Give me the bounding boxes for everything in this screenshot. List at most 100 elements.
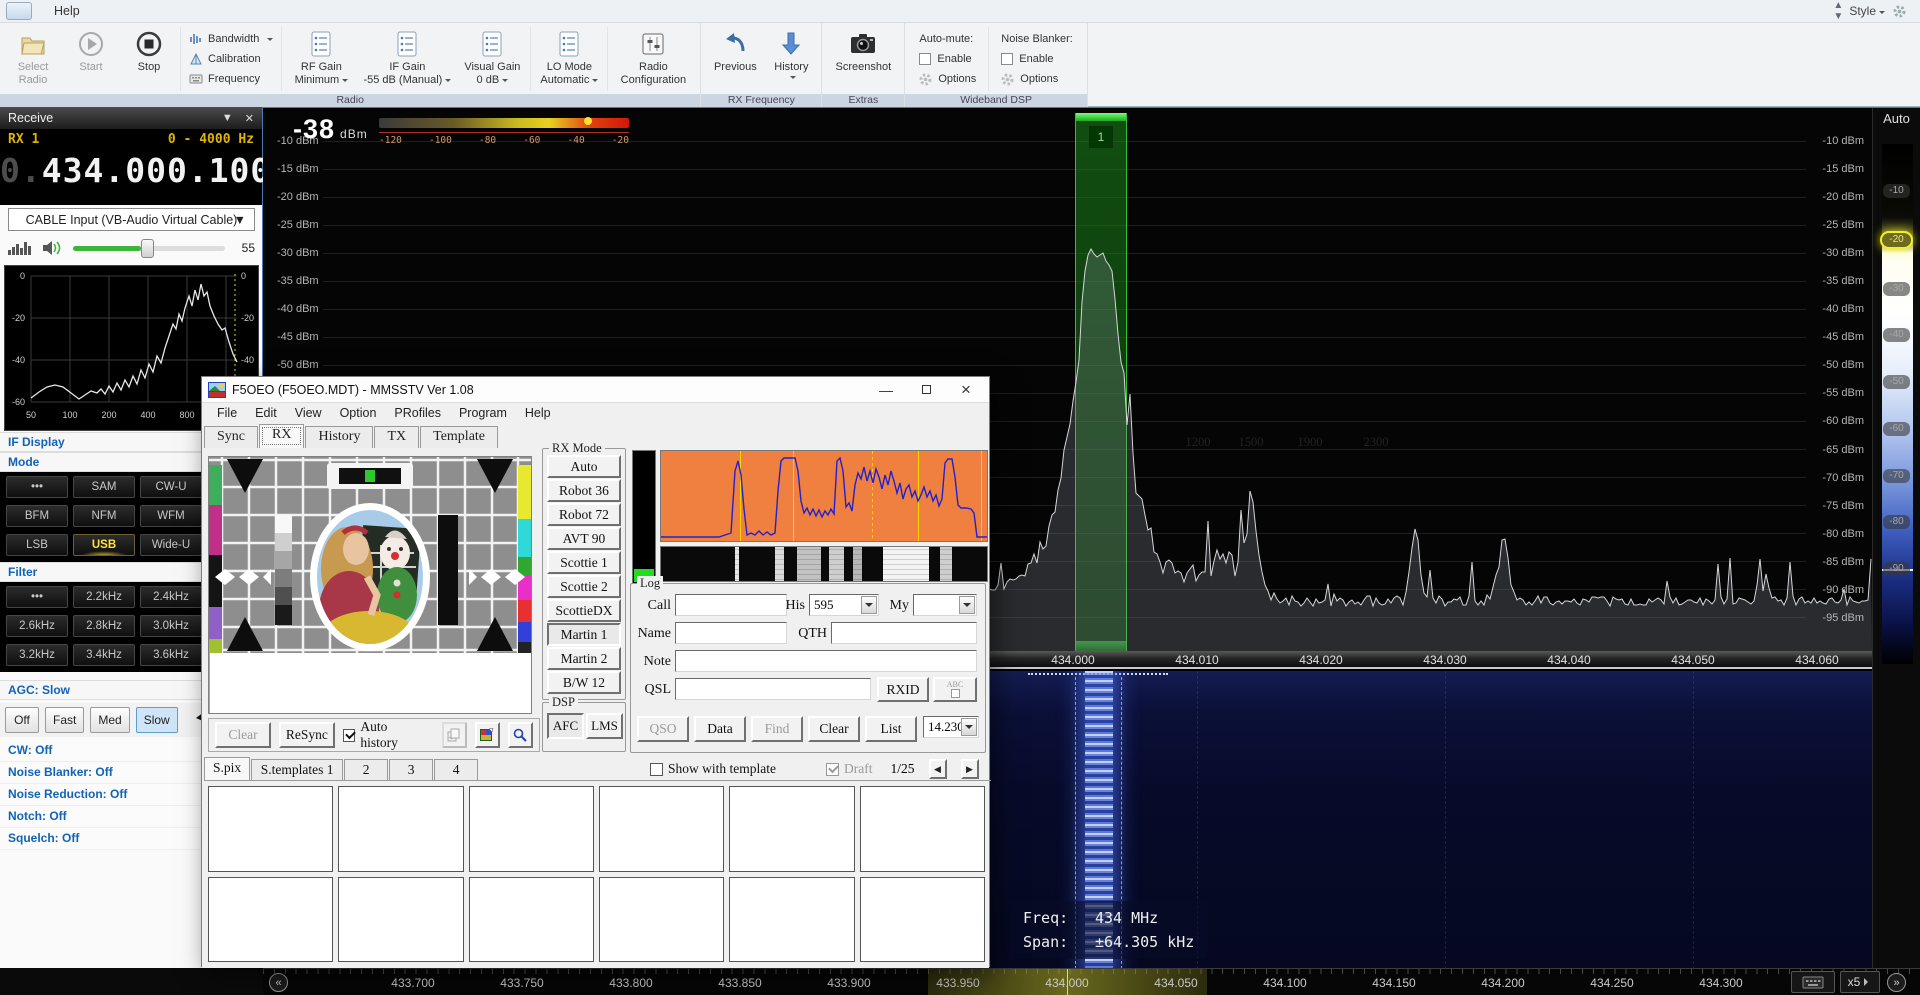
menu-item[interactable]: View: [286, 403, 331, 424]
minimize-button[interactable]: —: [869, 379, 903, 401]
filter-button[interactable]: 3.4kHz: [73, 644, 135, 666]
thumbnail-slot[interactable]: [469, 877, 594, 963]
rx-mode-button[interactable]: Robot 72: [547, 503, 621, 526]
mode-button[interactable]: BFM: [6, 505, 68, 527]
select-radio-button[interactable]: SelectRadio: [4, 26, 62, 92]
volume-slider[interactable]: [73, 246, 226, 251]
his-select[interactable]: 595: [809, 594, 879, 616]
style-selector[interactable]: Style: [1849, 4, 1885, 18]
audio-device-select[interactable]: CABLE Input (VB-Audio Virtual Cable) ▼: [8, 208, 255, 231]
auto-history-checkbox[interactable]: Auto history: [343, 719, 426, 751]
clear-button[interactable]: Clear: [215, 722, 271, 748]
thumbnail-slot[interactable]: [208, 877, 333, 963]
thumbnail-slot[interactable]: [599, 786, 724, 872]
lms-button[interactable]: LMS: [586, 713, 623, 739]
mmsstv-tab[interactable]: TX: [374, 426, 419, 448]
palette-label[interactable]: -20: [1880, 231, 1912, 249]
template-tab[interactable]: S.pix: [204, 757, 250, 780]
noise-blanker-options[interactable]: Options: [1001, 71, 1073, 87]
log-button[interactable]: List: [865, 716, 917, 742]
style-updown-icon[interactable]: ▲▼: [1833, 0, 1841, 22]
checkbox-icon[interactable]: [919, 53, 931, 65]
calibration-button[interactable]: Calibration: [189, 51, 273, 68]
log-frequency-select[interactable]: 14.230: [923, 716, 979, 738]
history-button[interactable]: History: [765, 26, 817, 92]
filter-button[interactable]: 2.2kHz: [73, 586, 135, 608]
mode-button[interactable]: Wide-U: [140, 534, 202, 556]
bandwidth-button[interactable]: Bandwidth: [189, 31, 273, 48]
mmsstv-window[interactable]: F5OEO (F5OEO.MDT) - MMSSTV Ver 1.08 — × …: [201, 376, 990, 967]
ribbon-tab[interactable]: Help: [38, 0, 146, 22]
rx-mode-button[interactable]: ScottieDX: [547, 599, 621, 622]
qth-field[interactable]: [831, 622, 977, 644]
menu-item[interactable]: Program: [450, 403, 516, 424]
stop-button[interactable]: Stop: [120, 26, 178, 92]
mode-button[interactable]: NFM: [73, 505, 135, 527]
rx-mode-button[interactable]: Scottie 1: [547, 551, 621, 574]
rx-mode-button[interactable]: Auto: [547, 455, 621, 478]
template-tab[interactable]: 4: [434, 759, 478, 780]
mmsstv-titlebar[interactable]: F5OEO (F5OEO.MDT) - MMSSTV Ver 1.08 — ×: [202, 377, 989, 403]
mmsstv-tab[interactable]: Sync: [204, 426, 258, 448]
palette-label[interactable]: -30: [1883, 282, 1909, 296]
if-gain-button[interactable]: IF Gain-55 dB (Manual): [358, 26, 456, 92]
copy-button[interactable]: [442, 722, 467, 748]
palette-label[interactable]: -90: [1883, 562, 1909, 576]
checkbox-icon[interactable]: [1001, 53, 1013, 65]
mode-button[interactable]: WFM: [140, 505, 202, 527]
log-button[interactable]: Clear: [808, 716, 860, 742]
agc-button[interactable]: Slow: [136, 707, 178, 733]
speaker-icon[interactable]: [41, 239, 63, 257]
filter-button[interactable]: 3.2kHz: [6, 644, 68, 666]
radio-configuration-button[interactable]: RadioConfiguration: [610, 26, 696, 92]
log-button[interactable]: Find: [751, 716, 803, 742]
menu-item[interactable]: PRofiles: [385, 403, 450, 424]
mode-button[interactable]: LSB: [6, 534, 68, 556]
filter-button[interactable]: •••: [6, 586, 68, 608]
mode-button[interactable]: •••: [6, 476, 68, 498]
menu-item[interactable]: File: [208, 403, 246, 424]
rf-gain-button[interactable]: RF GainMinimum: [284, 26, 358, 92]
volume-slider-handle[interactable]: [141, 239, 154, 258]
my-select[interactable]: [913, 594, 977, 616]
palette-auto-button[interactable]: Auto: [1873, 111, 1920, 126]
band-navigator[interactable]: 433.700433.750433.800433.850433.900433.9…: [263, 968, 1920, 995]
palette-label[interactable]: -40: [1883, 328, 1909, 342]
rx-mode-button[interactable]: Martin 1: [547, 623, 621, 646]
agc-button[interactable]: Fast: [45, 707, 84, 733]
note-field[interactable]: [675, 650, 977, 672]
thumbnail-slot[interactable]: [208, 786, 333, 872]
auto-mute-enable[interactable]: Enable: [919, 51, 976, 67]
rx-mode-button[interactable]: Scottie 2: [547, 575, 621, 598]
rxid-button[interactable]: RXID: [877, 677, 929, 702]
thumbnail-slot[interactable]: [860, 877, 985, 963]
thumbnail-slot[interactable]: [338, 877, 463, 963]
mode-button[interactable]: CW-U: [140, 476, 202, 498]
draft-checkbox[interactable]: Draft: [826, 761, 872, 777]
rx-mode-button[interactable]: Robot 36: [547, 479, 621, 502]
magnifier-button[interactable]: [508, 722, 533, 748]
thumbnail-slot[interactable]: [729, 786, 854, 872]
thumbnail-slot[interactable]: [599, 877, 724, 963]
menu-item[interactable]: Help: [516, 403, 560, 424]
filter-button[interactable]: 2.6kHz: [6, 615, 68, 637]
panel-collapse-icon[interactable]: ▼: [222, 112, 233, 125]
pan-left-button[interactable]: «: [269, 973, 288, 992]
noise-blanker-enable[interactable]: Enable: [1001, 51, 1073, 67]
agc-button[interactable]: Med: [90, 707, 129, 733]
zoom-selector[interactable]: x5: [1840, 971, 1880, 993]
resync-button[interactable]: ReSync: [279, 722, 335, 748]
thumbnail-slot[interactable]: [469, 786, 594, 872]
close-button[interactable]: ×: [949, 379, 983, 401]
log-button[interactable]: QSO: [637, 716, 689, 742]
rx-mode-button[interactable]: AVT 90: [547, 527, 621, 550]
thumbnail-slot[interactable]: [338, 786, 463, 872]
palette-label[interactable]: -70: [1883, 469, 1909, 483]
settings-gear-icon[interactable]: [1893, 5, 1906, 18]
maximize-button[interactable]: [909, 379, 943, 401]
abc-button[interactable]: ABC: [933, 677, 977, 702]
pan-right-button[interactable]: »: [1887, 973, 1906, 992]
keyboard-entry-button[interactable]: [1791, 971, 1835, 993]
menu-item[interactable]: Edit: [246, 403, 286, 424]
palette-label[interactable]: -80: [1883, 515, 1909, 529]
